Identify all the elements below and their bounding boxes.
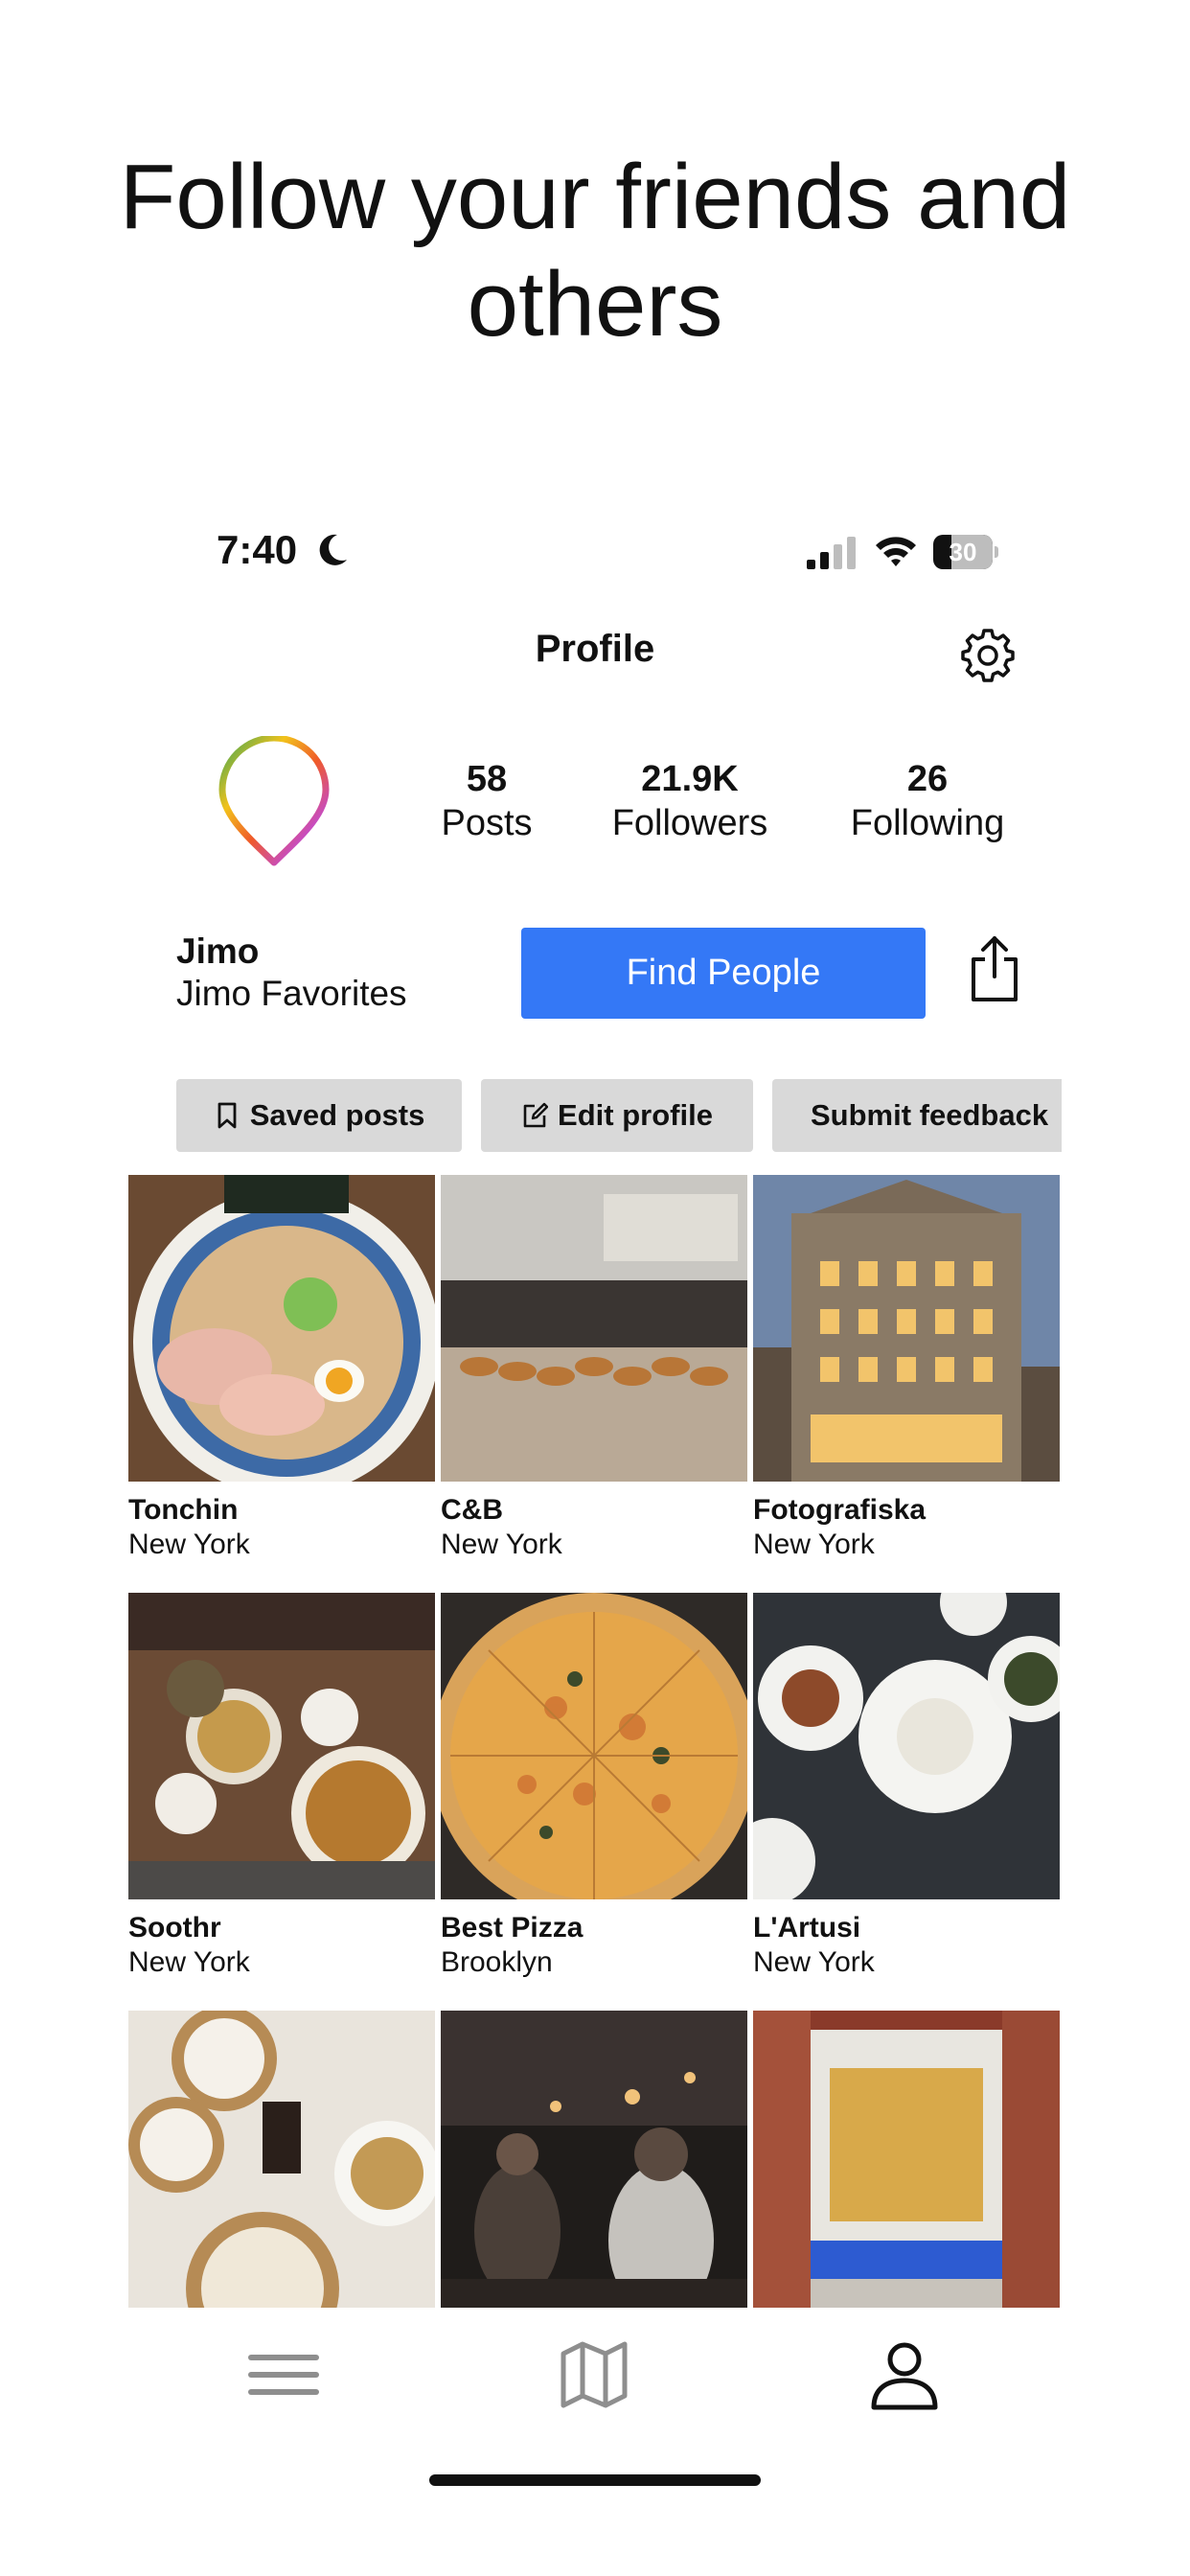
place-city: New York [753,1946,875,1978]
stat-following[interactable]: 26 Following [832,757,1023,845]
place-name: Tonchin [128,1494,239,1526]
place-name: Fotografiska [753,1494,927,1526]
place-name: L'Artusi [753,1912,861,1944]
list-icon[interactable] [245,2336,322,2413]
post-photo [441,1593,747,1899]
tab-bar [0,2308,1190,2442]
map-icon[interactable] [556,2336,632,2413]
wifi-icon [876,537,916,566]
share-icon[interactable] [966,934,1023,1003]
post-photo [128,1593,435,1899]
post-tile[interactable]: Best Pizza Brooklyn [441,1593,747,1980]
find-people-button[interactable]: Find People [521,928,926,1019]
post-photo [128,2011,435,2308]
profile-subtitle: Jimo Favorites [176,974,407,1013]
following-label: Following [850,803,1005,843]
signal-icon [807,537,856,569]
post-tile[interactable]: Soothr New York [128,1593,435,1980]
followers-label: Followers [611,803,768,843]
place-city: New York [441,1529,562,1560]
post-photo [753,2011,1060,2308]
post-tile[interactable]: Fotografiska New York [753,1175,1060,1562]
post-tile[interactable]: L'Artusi New York [753,1593,1060,1980]
bookmark-icon [217,1102,237,1129]
place-name: Soothr [128,1912,221,1944]
post-photo [441,2011,747,2308]
edit-profile-button[interactable]: Edit profile [481,1079,753,1152]
post-tile[interactable] [441,2011,747,2308]
battery-level: 30 [949,538,977,566]
profile-actions: Saved posts Edit profile Submit feedback [176,1079,1062,1152]
place-name: C&B [441,1494,503,1526]
edit-profile-label: Edit profile [558,1098,713,1132]
place-name: Best Pizza [441,1912,584,1944]
post-photo [128,1175,435,1482]
headline: Follow your friends and others [119,146,1071,356]
posts-count: 58 [466,759,508,799]
post-tile[interactable] [753,2011,1060,2308]
status-time: 7:40 [217,527,298,572]
post-photo [753,1593,1060,1899]
edit-icon [523,1102,549,1128]
gear-icon[interactable] [958,625,1018,684]
following-count: 26 [906,759,949,799]
stat-posts[interactable]: 58 Posts [420,757,554,845]
post-tile[interactable]: C&B New York [441,1175,747,1562]
place-city: New York [128,1946,250,1978]
post-tile[interactable] [128,2011,435,2308]
moon-icon [319,534,347,565]
stat-followers[interactable]: 21.9K Followers [594,757,786,845]
place-city: Brooklyn [441,1946,553,1978]
post-photo [753,1175,1060,1482]
post-tile[interactable]: Tonchin New York [128,1175,435,1562]
status-bar: 7:40 30 [213,525,998,577]
posts-label: Posts [441,803,533,843]
avatar-pin-icon [218,736,330,866]
home-indicator [429,2474,761,2486]
submit-feedback-button[interactable]: Submit feedback [772,1079,1062,1152]
followers-count: 21.9K [641,759,739,799]
profile-name: Jimo [176,932,260,971]
saved-posts-button[interactable]: Saved posts [176,1079,462,1152]
saved-posts-label: Saved posts [249,1098,425,1132]
submit-feedback-label: Submit feedback [811,1098,1049,1132]
person-icon[interactable] [866,2336,943,2413]
post-photo [441,1175,747,1482]
place-city: New York [753,1529,875,1560]
battery-indicator: 30 [933,535,998,569]
place-city: New York [128,1529,250,1560]
posts-grid: Tonchin New York C&B New York Fotografis… [128,1175,1062,2308]
